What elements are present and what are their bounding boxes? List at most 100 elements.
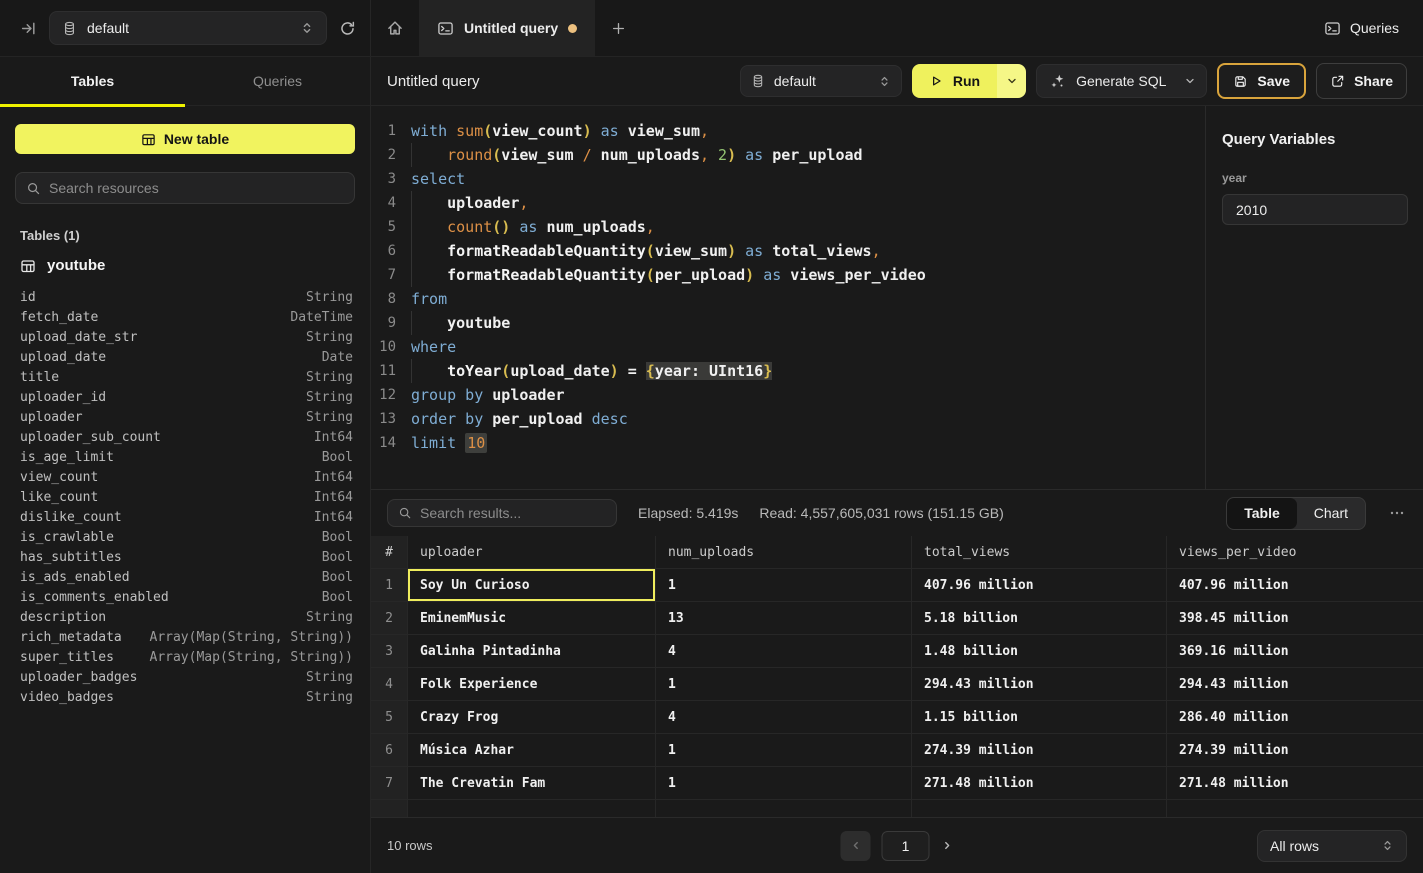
- code-text: toYear(upload_date) = {year: UInt16}: [411, 359, 772, 383]
- table-cell[interactable]: 294.43 million: [1167, 668, 1423, 701]
- table-cell[interactable]: 1: [656, 668, 912, 701]
- line-number: 7: [371, 263, 411, 287]
- run-options-button[interactable]: [997, 64, 1026, 98]
- table-cell[interactable]: 286.40 million: [1167, 701, 1423, 734]
- column-name: upload_date: [20, 350, 106, 365]
- share-button[interactable]: Share: [1316, 63, 1407, 99]
- code-line[interactable]: 10where: [371, 335, 1205, 359]
- new-tab-button[interactable]: [595, 0, 641, 56]
- table-cell[interactable]: Folk Experience: [408, 668, 656, 701]
- tab-untitled-query[interactable]: Untitled query: [419, 0, 595, 56]
- table-cell[interactable]: 407.96 million: [912, 569, 1167, 602]
- code-line[interactable]: 4uploader,: [371, 191, 1205, 215]
- code-line[interactable]: 6formatReadableQuantity(view_sum) as tot…: [371, 239, 1205, 263]
- column-type: Bool: [322, 530, 353, 545]
- previous-page-button[interactable]: [841, 831, 871, 861]
- code-line[interactable]: 2round(view_sum / num_uploads, 2) as per…: [371, 143, 1205, 167]
- table-cell[interactable]: 1.15 billion: [912, 701, 1167, 734]
- column-def: descriptionString: [15, 607, 355, 627]
- sparkles-icon: [1050, 73, 1066, 89]
- column-name: uploader_sub_count: [20, 430, 161, 445]
- table-cell[interactable]: 1: [656, 767, 912, 800]
- new-table-button[interactable]: New table: [15, 124, 355, 154]
- code-line[interactable]: 1with sum(view_count) as view_sum,: [371, 119, 1205, 143]
- chevron-down-icon: [1184, 75, 1196, 87]
- table-cell[interactable]: Música Azhar: [408, 734, 656, 767]
- view-toggle-chart[interactable]: Chart: [1297, 498, 1365, 529]
- table-cell[interactable]: 271.48 million: [912, 767, 1167, 800]
- table-cell[interactable]: 1.48 billion: [912, 635, 1167, 668]
- code-line[interactable]: 12group by uploader: [371, 383, 1205, 407]
- table-cell[interactable]: Crazy Frog: [408, 701, 656, 734]
- table-cell[interactable]: 369.16 million: [1167, 635, 1423, 668]
- more-options-button[interactable]: [1387, 505, 1407, 521]
- home-button[interactable]: [371, 0, 419, 56]
- table-cell[interactable]: 274.39 million: [912, 734, 1167, 767]
- sidebar: Tables Queries New table Tables (1) yout…: [0, 57, 371, 873]
- column-header-num-uploads[interactable]: num_uploads: [656, 536, 912, 569]
- resource-search-input[interactable]: [49, 180, 344, 196]
- save-button[interactable]: Save: [1217, 63, 1306, 99]
- results-search-input[interactable]: [420, 505, 606, 521]
- code-line[interactable]: 11toYear(upload_date) = {year: UInt16}: [371, 359, 1205, 383]
- code-line[interactable]: 7formatReadableQuantity(per_upload) as v…: [371, 263, 1205, 287]
- table-cell[interactable]: 4: [656, 701, 912, 734]
- generate-sql-label: Generate SQL: [1076, 73, 1166, 89]
- table-cell[interactable]: 274.39 million: [1167, 734, 1423, 767]
- topbar: default Untitled query Queries: [0, 0, 1423, 57]
- app-shell: Tables Queries New table Tables (1) yout…: [0, 57, 1423, 873]
- database-selector[interactable]: default: [49, 11, 327, 45]
- table-cell[interactable]: 4: [656, 635, 912, 668]
- collapse-sidebar-button[interactable]: [20, 20, 37, 37]
- code-line[interactable]: 9youtube: [371, 311, 1205, 335]
- line-number: 9: [371, 311, 411, 335]
- generate-sql-button[interactable]: Generate SQL: [1036, 64, 1207, 98]
- refresh-button[interactable]: [339, 20, 356, 37]
- next-page-button[interactable]: [941, 839, 954, 852]
- table-cell[interactable]: 271.48 million: [1167, 767, 1423, 800]
- code-text: from: [411, 287, 447, 311]
- code-line[interactable]: 5count() as num_uploads,: [371, 215, 1205, 239]
- read-stat: Read: 4,557,605,031 rows (151.15 GB): [759, 505, 1003, 521]
- tab-queries[interactable]: Queries: [185, 57, 370, 105]
- tab-tables[interactable]: Tables: [0, 57, 185, 105]
- table-cell[interactable]: 5.18 billion: [912, 602, 1167, 635]
- queries-button[interactable]: Queries: [1324, 0, 1423, 56]
- code-line[interactable]: 13order by per_upload desc: [371, 407, 1205, 431]
- results-panel: Elapsed: 5.419s Read: 4,557,605,031 rows…: [371, 490, 1423, 818]
- current-page[interactable]: 1: [882, 831, 930, 861]
- column-header-views-per-video[interactable]: views_per_video: [1167, 536, 1423, 569]
- column-name: is_age_limit: [20, 450, 114, 465]
- table-cell[interactable]: 294.43 million: [912, 668, 1167, 701]
- table-cell[interactable]: 407.96 million: [1167, 569, 1423, 602]
- code-line[interactable]: 8from: [371, 287, 1205, 311]
- table-cell[interactable]: Soy Un Curioso: [408, 569, 656, 602]
- table-icon: [20, 258, 36, 274]
- database-selector[interactable]: default: [740, 65, 902, 97]
- view-toggle-table[interactable]: Table: [1227, 498, 1297, 529]
- table-cell[interactable]: 1: [656, 734, 912, 767]
- column-def: uploader_sub_countInt64: [15, 427, 355, 447]
- table-cell[interactable]: 1: [656, 569, 912, 602]
- column-def: titleString: [15, 367, 355, 387]
- query-variables-title: Query Variables: [1222, 131, 1408, 148]
- code-line[interactable]: 3select: [371, 167, 1205, 191]
- sql-editor[interactable]: 1with sum(view_count) as view_sum,2round…: [371, 106, 1205, 489]
- column-header-uploader[interactable]: uploader: [408, 536, 656, 569]
- sidebar-item-youtube-table[interactable]: youtube: [20, 257, 355, 274]
- table-cell[interactable]: 398.45 million: [1167, 602, 1423, 635]
- table-cell[interactable]: 13: [656, 602, 912, 635]
- column-name: title: [20, 370, 59, 385]
- page-size-selector[interactable]: All rows: [1257, 830, 1407, 862]
- chevron-up-down-icon: [1381, 839, 1394, 852]
- code-line[interactable]: 14limit 10: [371, 431, 1205, 455]
- editor-row: 1with sum(view_count) as view_sum,2round…: [371, 106, 1423, 490]
- chevron-left-icon: [849, 839, 862, 852]
- run-button[interactable]: Run: [912, 64, 997, 98]
- line-number: 13: [371, 407, 411, 431]
- table-cell[interactable]: The Crevatin Fam: [408, 767, 656, 800]
- table-cell[interactable]: Galinha Pintadinha: [408, 635, 656, 668]
- variable-year-input[interactable]: [1222, 194, 1408, 225]
- column-header-total-views[interactable]: total_views: [912, 536, 1167, 569]
- table-cell[interactable]: EminemMusic: [408, 602, 656, 635]
